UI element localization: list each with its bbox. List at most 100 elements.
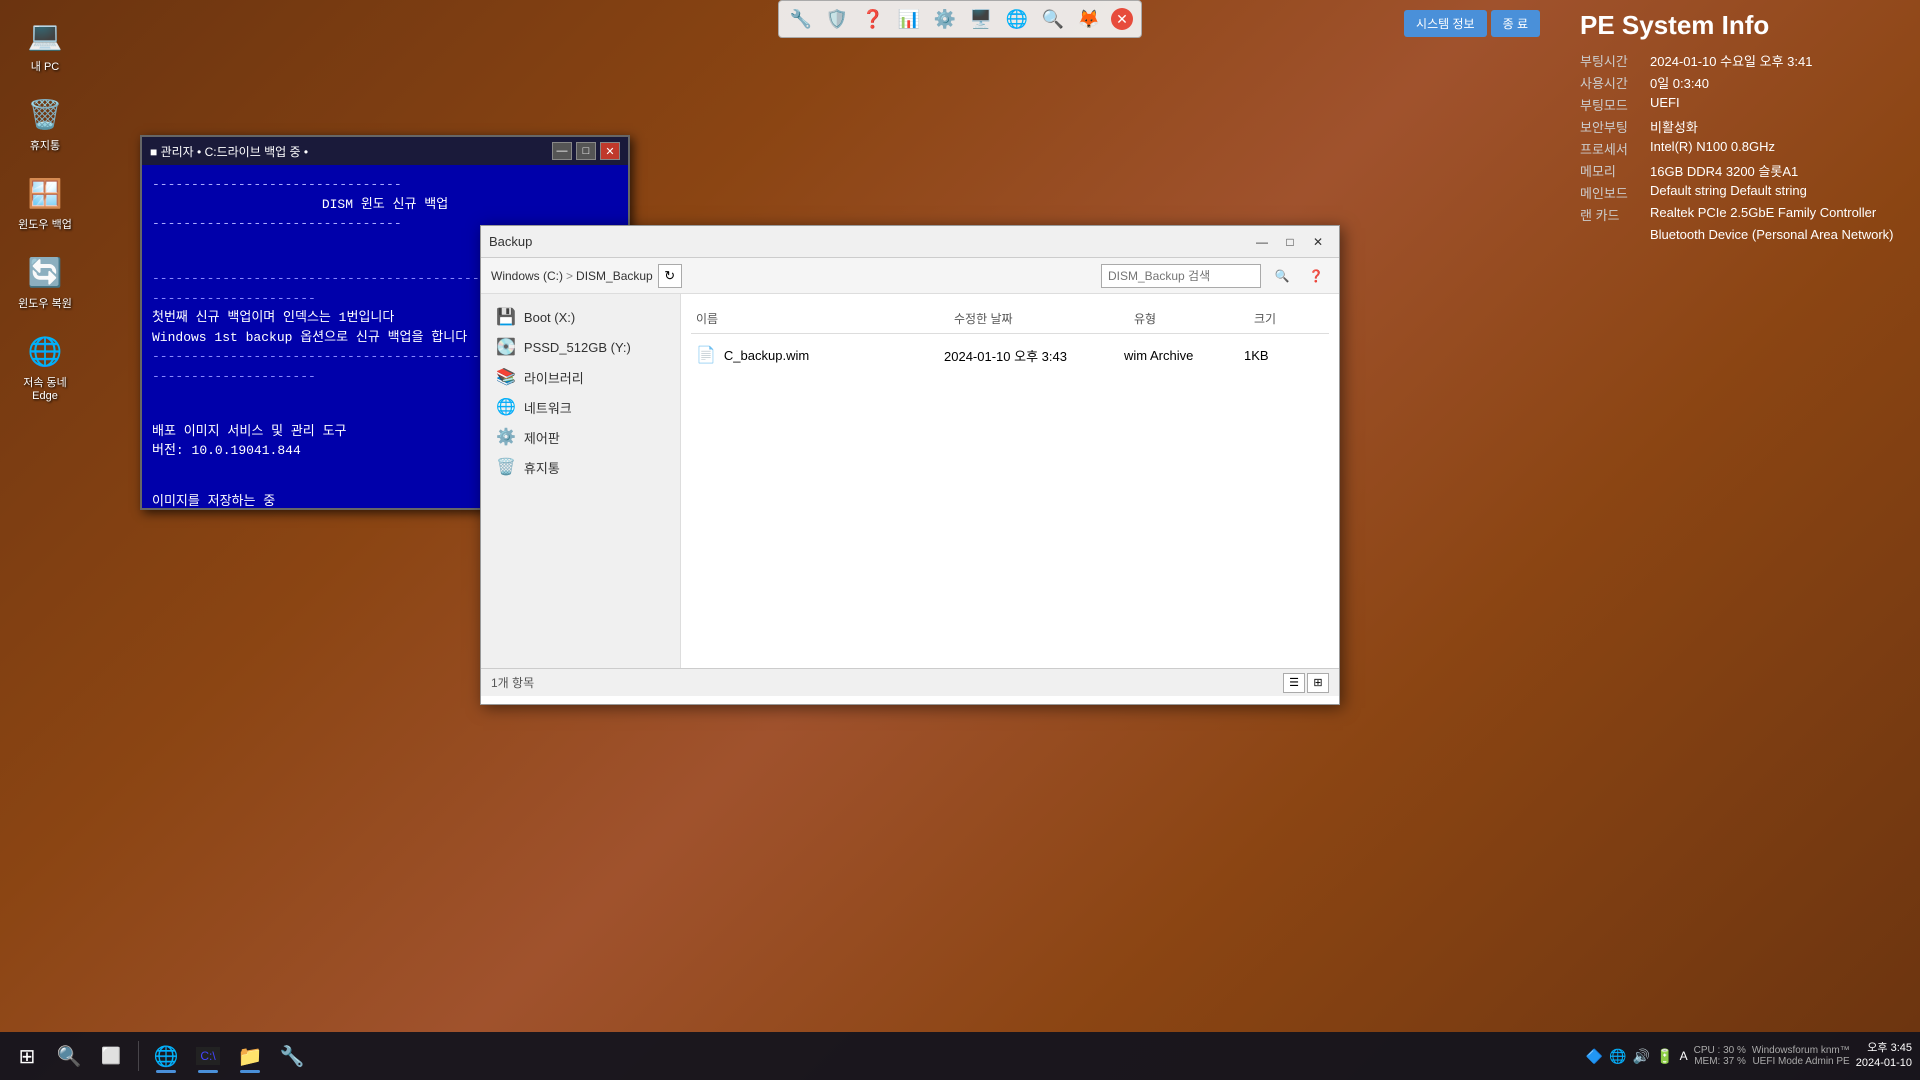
desktop-icon-edge[interactable]: 🌐 저속 동네 Edge [10, 326, 80, 407]
toolbar-close-button[interactable]: ✕ [1111, 8, 1133, 30]
explorer-close-button[interactable]: ✕ [1305, 231, 1331, 253]
start-icon: ⊞ [19, 1044, 36, 1069]
backup-icon: 🪟 [25, 173, 65, 213]
cmd-close-button[interactable]: ✕ [600, 142, 620, 160]
cmd-title-text: ■ 관리자 • C:드라이브 백업 중 • [150, 143, 544, 160]
breadcrumb-folder[interactable]: DISM_Backup [576, 269, 653, 283]
uptime-label: 사용시간 [1580, 73, 1640, 92]
pssd-icon: 💽 [496, 337, 516, 357]
col-modified: 수정한 날짜 [949, 308, 1129, 329]
view-grid-button[interactable]: ⊞ [1307, 673, 1329, 693]
bootmode-value: UEFI [1650, 95, 1680, 114]
view-buttons: ☰ ⊞ [1283, 673, 1329, 693]
nic-value: Realtek PCIe 2.5GbE Family Controller [1650, 205, 1876, 224]
desktop-icon-recycle[interactable]: 🗑️ 휴지통 [10, 89, 80, 158]
sidebar-item-controlpanel[interactable]: ⚙️ 제어판 [481, 422, 680, 452]
file-modified: 2024-01-10 오후 3:43 [944, 346, 1124, 365]
info-row-nic: 랜 카드 Realtek PCIe 2.5GbE Family Controll… [1580, 205, 1900, 224]
top-toolbar: 🔧 🛡️ ❓ 📊 ⚙️ 🖥️ 🌐 🔍 🦊 ✕ [778, 0, 1142, 38]
file-row-backup[interactable]: 📄 C_backup.wim 2024-01-10 오후 3:43 wim Ar… [691, 339, 1329, 371]
info-row-uptime: 사용시간 0일 0:3:40 [1580, 73, 1900, 92]
toolbar-icon-gear[interactable]: ⚙️ [931, 5, 959, 33]
desktop-icons: 💻 내 PC 🗑️ 휴지통 🪟 윈도우 백업 🔄 윈도우 복원 🌐 저속 동네 … [10, 10, 80, 407]
file-size: 1KB [1244, 348, 1324, 363]
taskbar-edge-icon: 🌐 [154, 1044, 179, 1069]
taskbar-cmd[interactable]: C:\ [189, 1037, 227, 1075]
tray-system-name: Windowsforum knm™ UEFI Mode Admin PE [1752, 1045, 1850, 1067]
taskbar-tray: 🔷 🌐 🔊 🔋 A CPU : 30 % MEM: 37 % Windowsfo… [1586, 1041, 1912, 1072]
col-type: 유형 [1129, 308, 1249, 329]
explorer-window: Backup — □ ✕ Windows (C:) > DISM_Backup … [480, 225, 1340, 705]
col-name: 이름 [691, 308, 949, 329]
start-button[interactable]: ⊞ [8, 1037, 46, 1075]
taskbar-folder[interactable]: 📁 [231, 1037, 269, 1075]
sidebar-item-network[interactable]: 🌐 네트워크 [481, 392, 680, 422]
desktop-icon-restore[interactable]: 🔄 윈도우 복원 [10, 247, 80, 316]
bluetooth-tray-icon[interactable]: 🔷 [1586, 1048, 1603, 1065]
bluetooth-value: Bluetooth Device (Personal Area Network) [1650, 227, 1894, 242]
cmd-controls: — □ ✕ [552, 142, 620, 160]
battery-tray-icon[interactable]: 🔋 [1656, 1048, 1673, 1065]
desktop-icon-mypc[interactable]: 💻 내 PC [10, 10, 80, 79]
sidebar-item-recycle[interactable]: 🗑️ 휴지통 [481, 452, 680, 482]
info-row-cpu: 프로세서 Intel(R) N100 0.8GHz [1580, 139, 1900, 158]
toolbar-icon-edge[interactable]: 🦊 [1075, 5, 1103, 33]
explorer-statusbar: 1개 항목 ☰ ⊞ [481, 668, 1339, 696]
tray-clock[interactable]: 오후 3:45 2024-01-10 [1856, 1041, 1912, 1072]
info-row-secureboot: 보안부팅 비활성화 [1580, 117, 1900, 136]
cmd-minimize-button[interactable]: — [552, 142, 572, 160]
search-input[interactable] [1101, 264, 1261, 288]
volume-tray-icon[interactable]: 🔊 [1633, 1048, 1650, 1065]
tray-cpu: CPU : 30 % [1694, 1045, 1746, 1056]
help-button[interactable]: ❓ [1303, 265, 1329, 287]
pe-system-info-panel: PE System Info 부팅시간 2024-01-10 수요일 오후 3:… [1580, 10, 1900, 245]
sidebar-item-pssd[interactable]: 💽 PSSD_512GB (Y:) [481, 332, 680, 362]
toolbar-icon-chart[interactable]: 📊 [895, 5, 923, 33]
explorer-minimize-button[interactable]: — [1249, 231, 1275, 253]
desktop: 💻 내 PC 🗑️ 휴지통 🪟 윈도우 백업 🔄 윈도우 복원 🌐 저속 동네 … [0, 0, 1920, 1080]
view-list-button[interactable]: ☰ [1283, 673, 1305, 693]
toolbar-icon-help[interactable]: ❓ [859, 5, 887, 33]
taskbar-edge[interactable]: 🌐 [147, 1037, 185, 1075]
toolbar-icon-monitor[interactable]: 🖥️ [967, 5, 995, 33]
taskview-icon: ⬜ [101, 1046, 121, 1066]
sidebar-controlpanel-label: 제어판 [524, 428, 560, 447]
memory-value: 16GB DDR4 3200 슬롯A1 [1650, 161, 1798, 180]
sidebar-recycle-icon: 🗑️ [496, 457, 516, 477]
taskbar-tool-icon: 🔧 [280, 1044, 305, 1069]
nic-label: 랜 카드 [1580, 205, 1640, 224]
toolbar-icon-shield[interactable]: 🛡️ [823, 5, 851, 33]
breadcrumb-root[interactable]: Windows (C:) [491, 269, 563, 283]
mainboard-value: Default string Default string [1650, 183, 1807, 202]
controlpanel-icon: ⚙️ [496, 427, 516, 447]
sidebar-item-boot[interactable]: 💾 Boot (X:) [481, 302, 680, 332]
refresh-button[interactable]: ↻ [658, 264, 682, 288]
exit-button[interactable]: 종 료 [1491, 10, 1540, 37]
sidebar-pssd-label: PSSD_512GB (Y:) [524, 340, 631, 355]
explorer-titlebar: Backup — □ ✕ [481, 226, 1339, 258]
mypc-icon: 💻 [25, 15, 65, 55]
mainboard-label: 메인보드 [1580, 183, 1640, 202]
secureboot-label: 보안부팅 [1580, 117, 1640, 136]
desktop-icon-backup[interactable]: 🪟 윈도우 백업 [10, 168, 80, 237]
cmd-main-title: DISM 윈도 신규 백업 [152, 195, 618, 215]
taskbar-search[interactable]: 🔍 [50, 1037, 88, 1075]
taskbar-tool[interactable]: 🔧 [273, 1037, 311, 1075]
toolbar-icon-search[interactable]: 🔍 [1039, 5, 1067, 33]
explorer-columns: 이름 수정한 날짜 유형 크기 [691, 304, 1329, 334]
search-button[interactable]: 🔍 [1269, 265, 1295, 287]
restore-label: 윈도우 복원 [18, 295, 72, 311]
sidebar-item-library[interactable]: 📚 라이브러리 [481, 362, 680, 392]
tray-date: 2024-01-10 [1856, 1056, 1912, 1071]
cmd-maximize-button[interactable]: □ [576, 142, 596, 160]
explorer-maximize-button[interactable]: □ [1277, 231, 1303, 253]
file-name-cell: 📄 C_backup.wim [696, 345, 944, 365]
taskbar-taskview[interactable]: ⬜ [92, 1037, 130, 1075]
system-info-button[interactable]: 시스템 정보 [1404, 10, 1487, 37]
toolbar-icon-chrome[interactable]: 🌐 [1003, 5, 1031, 33]
toolbar-icon-settings[interactable]: 🔧 [787, 5, 815, 33]
library-icon: 📚 [496, 367, 516, 387]
restore-icon: 🔄 [25, 252, 65, 292]
cpu-label: 프로세서 [1580, 139, 1640, 158]
network-tray-icon[interactable]: 🌐 [1609, 1048, 1626, 1065]
